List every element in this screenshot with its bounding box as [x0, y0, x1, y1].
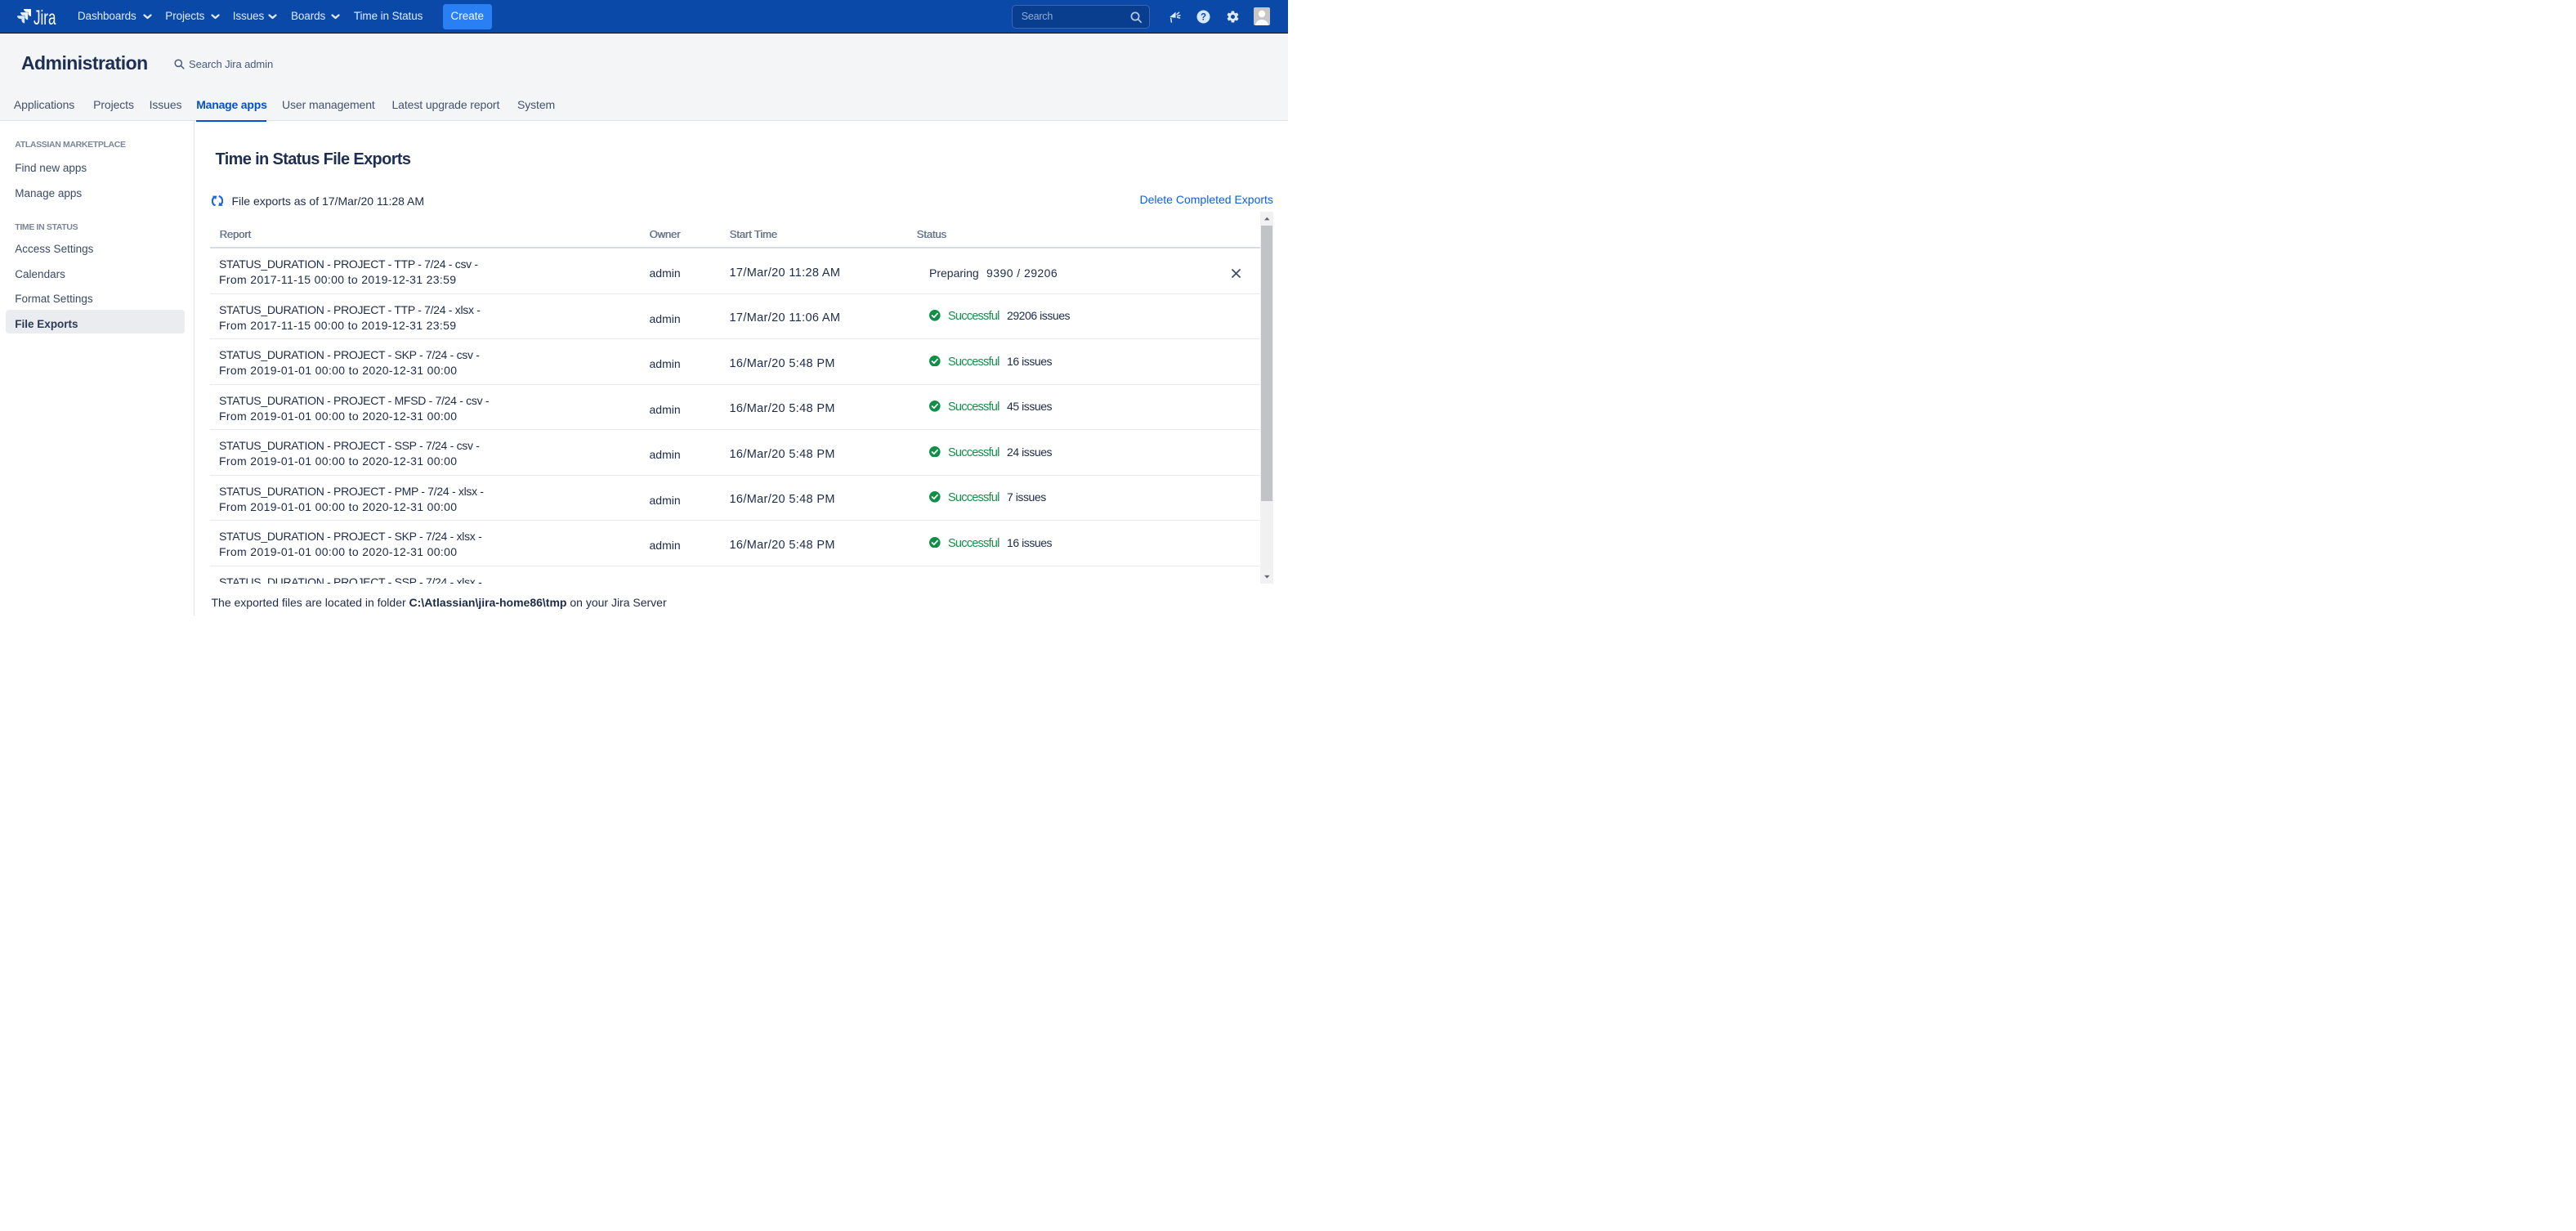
svg-text:?: ?	[1201, 13, 1206, 23]
